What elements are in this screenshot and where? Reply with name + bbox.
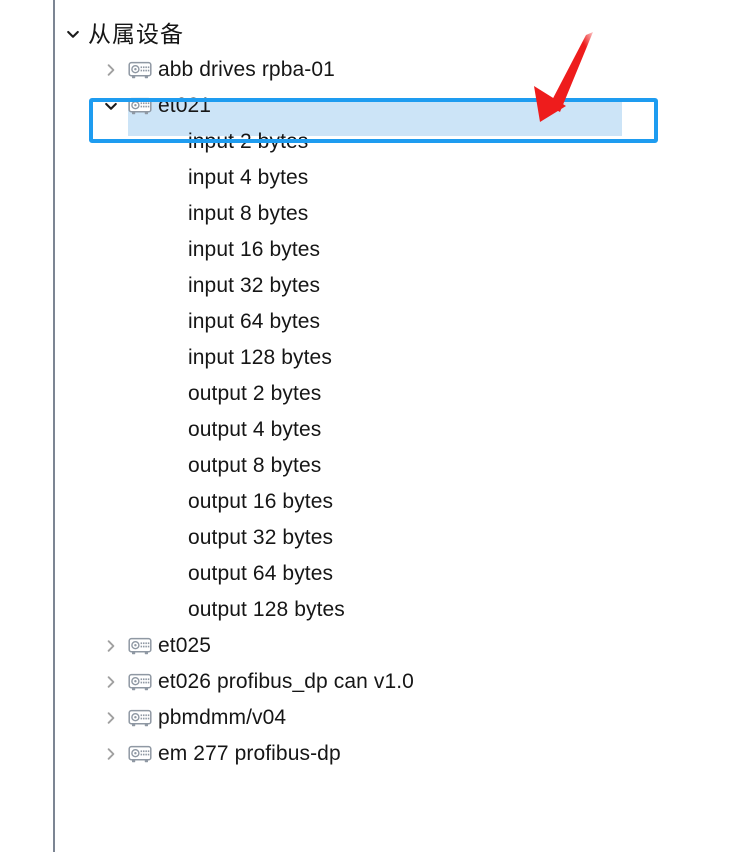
device-module-icon [124, 664, 156, 700]
tree-row-label: input 16 bytes [188, 238, 321, 261]
chevron-right-icon[interactable] [98, 628, 124, 664]
device-module-icon [124, 52, 156, 88]
tree-row[interactable]: input 16 bytes [0, 232, 738, 268]
chevron-right-icon[interactable] [98, 700, 124, 736]
device-module-icon [124, 628, 156, 664]
tree-root-row[interactable]: 从属设备 [0, 16, 738, 52]
tree-row[interactable]: output 16 bytes [0, 484, 738, 520]
tree-row-label: output 32 bytes [188, 526, 334, 549]
tree-row[interactable]: output 4 bytes [0, 412, 738, 448]
tree-row[interactable]: em 277 profibus-dp [0, 736, 738, 772]
tree-row-label: abb drives rpba-01 [158, 58, 335, 81]
tree-row-label: input 64 bytes [188, 310, 321, 333]
tree-row-label: 从属设备 [88, 21, 184, 47]
chevron-right-icon[interactable] [98, 664, 124, 700]
tree-row-label: output 64 bytes [188, 562, 334, 585]
tree-row[interactable]: et025 [0, 628, 738, 664]
tree-row[interactable]: output 2 bytes [0, 376, 738, 412]
tree-row[interactable]: input 32 bytes [0, 268, 738, 304]
chevron-right-icon[interactable] [98, 52, 124, 88]
tree-row-label: input 8 bytes [188, 202, 309, 225]
tree-row[interactable]: input 8 bytes [0, 196, 738, 232]
device-module-icon [124, 700, 156, 736]
tree-row-label: pbmdmm/v04 [158, 706, 287, 729]
tree-row-label: et025 [158, 634, 212, 657]
annotation-highlight-box [89, 98, 658, 143]
tree-row-label: et026 profibus_dp can v1.0 [158, 670, 414, 693]
tree-row-label: input 128 bytes [188, 346, 332, 369]
tree-row[interactable]: output 32 bytes [0, 520, 738, 556]
tree-panel: 从属设备 abb drives rpba-01 et021 input 2 bytes… [0, 0, 738, 852]
chevron-down-icon[interactable] [60, 16, 86, 52]
tree-row-label: output 128 bytes [188, 598, 345, 621]
tree-row-label: output 4 bytes [188, 418, 322, 441]
tree-row-label: output 2 bytes [188, 382, 322, 405]
tree-row[interactable]: output 128 bytes [0, 592, 738, 628]
tree-row[interactable]: input 4 bytes [0, 160, 738, 196]
tree-row[interactable]: input 64 bytes [0, 304, 738, 340]
tree-row[interactable]: abb drives rpba-01 [0, 52, 738, 88]
tree-row-label: output 8 bytes [188, 454, 322, 477]
tree-row[interactable]: output 8 bytes [0, 448, 738, 484]
tree-row-label: input 4 bytes [188, 166, 309, 189]
tree-row-label: output 16 bytes [188, 490, 334, 513]
tree-row[interactable]: pbmdmm/v04 [0, 700, 738, 736]
device-module-icon [124, 736, 156, 772]
tree-row-label: input 32 bytes [188, 274, 321, 297]
tree-row[interactable]: output 64 bytes [0, 556, 738, 592]
tree-row[interactable]: input 128 bytes [0, 340, 738, 376]
chevron-right-icon[interactable] [98, 736, 124, 772]
tree-row-label: em 277 profibus-dp [158, 742, 341, 765]
tree-row[interactable]: et026 profibus_dp can v1.0 [0, 664, 738, 700]
